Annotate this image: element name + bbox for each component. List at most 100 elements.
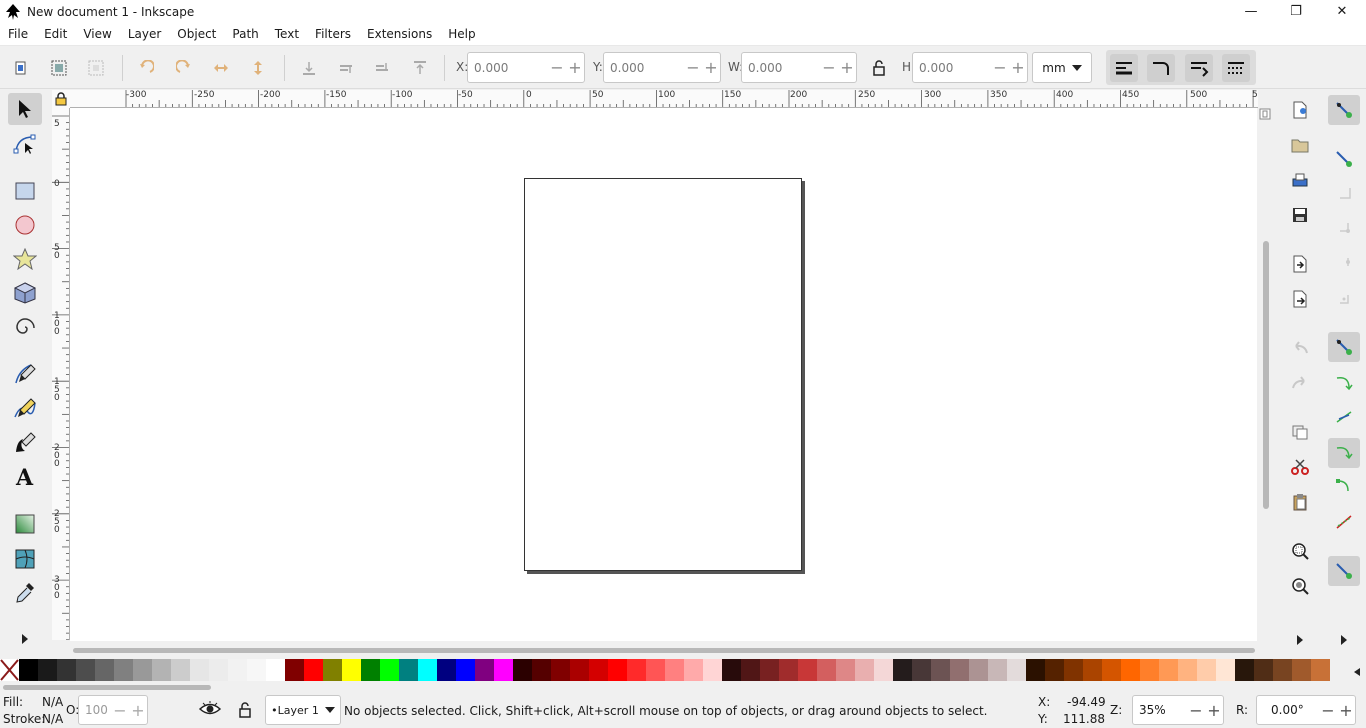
color-swatch[interactable] bbox=[342, 659, 361, 681]
color-swatch[interactable] bbox=[95, 659, 114, 681]
color-swatch[interactable] bbox=[418, 659, 437, 681]
color-swatch[interactable] bbox=[893, 659, 912, 681]
selector-tool-icon[interactable] bbox=[8, 93, 42, 125]
toolbox-more-icon[interactable] bbox=[8, 623, 42, 655]
3d-box-tool-icon[interactable] bbox=[8, 277, 42, 309]
color-swatch[interactable] bbox=[532, 659, 551, 681]
menu-layer[interactable]: Layer bbox=[120, 23, 169, 46]
vertical-ruler[interactable]: 5 0 5 0 1 0 0 1 5 0 2 0 0 2 5 0 3 0 0 bbox=[52, 108, 70, 640]
snap-bbox-centers-icon[interactable] bbox=[1328, 284, 1360, 314]
color-swatch[interactable] bbox=[1007, 659, 1026, 681]
opacity-spinbox[interactable]: 100 − + bbox=[78, 695, 148, 725]
color-swatch[interactable] bbox=[1273, 659, 1292, 681]
color-swatch[interactable] bbox=[1064, 659, 1083, 681]
select-all-layers-icon[interactable] bbox=[48, 57, 70, 79]
zoom-in[interactable]: + bbox=[1205, 701, 1223, 720]
rotate-increment[interactable]: + bbox=[1337, 701, 1355, 720]
h-increment[interactable]: + bbox=[1009, 59, 1027, 76]
redo-icon[interactable] bbox=[1288, 371, 1312, 395]
color-swatch[interactable] bbox=[152, 659, 171, 681]
y-value[interactable]: 0.000 bbox=[604, 61, 684, 75]
print-document-icon[interactable] bbox=[1288, 168, 1312, 192]
color-swatch[interactable] bbox=[912, 659, 931, 681]
color-swatch[interactable] bbox=[456, 659, 475, 681]
color-swatch[interactable] bbox=[950, 659, 969, 681]
snap-line-midpoints-icon[interactable] bbox=[1328, 507, 1360, 537]
pencil-tool-icon[interactable] bbox=[8, 393, 42, 425]
opacity-increment[interactable]: + bbox=[129, 701, 147, 720]
vertical-scrollbar[interactable] bbox=[1257, 108, 1274, 641]
color-swatch[interactable] bbox=[209, 659, 228, 681]
lower-to-bottom-icon[interactable] bbox=[298, 57, 320, 79]
raise-to-top-icon[interactable] bbox=[409, 57, 431, 79]
gradient-tool-icon[interactable] bbox=[8, 508, 42, 540]
color-swatch[interactable] bbox=[1140, 659, 1159, 681]
color-swatch[interactable] bbox=[798, 659, 817, 681]
color-swatch[interactable] bbox=[304, 659, 323, 681]
opacity-decrement[interactable]: − bbox=[111, 701, 129, 720]
horizontal-ruler[interactable]: -300 -250 -200 -150 -100 -50 0 50 100 15… bbox=[70, 90, 1258, 108]
color-swatch[interactable] bbox=[494, 659, 513, 681]
ruler-lock-icon[interactable] bbox=[52, 90, 70, 108]
unit-select[interactable]: mm bbox=[1032, 52, 1092, 83]
document-page[interactable] bbox=[524, 178, 802, 571]
color-swatch[interactable] bbox=[171, 659, 190, 681]
menu-path[interactable]: Path bbox=[224, 23, 266, 46]
color-swatch[interactable] bbox=[817, 659, 836, 681]
drawing-canvas[interactable] bbox=[70, 108, 1257, 641]
snap-nodes-icon[interactable] bbox=[1328, 332, 1360, 362]
node-tool-icon[interactable] bbox=[8, 128, 42, 160]
w-increment[interactable]: + bbox=[838, 59, 856, 76]
color-swatch[interactable] bbox=[1311, 659, 1330, 681]
color-swatch[interactable] bbox=[779, 659, 798, 681]
color-swatch[interactable] bbox=[19, 659, 38, 681]
snap-paths-icon[interactable] bbox=[1328, 368, 1360, 398]
layer-select[interactable]: •Layer 1 bbox=[265, 695, 341, 725]
zoom-spinbox[interactable]: 35% − + bbox=[1132, 695, 1224, 725]
color-swatch[interactable] bbox=[1083, 659, 1102, 681]
color-swatch[interactable] bbox=[931, 659, 950, 681]
star-tool-icon[interactable] bbox=[8, 243, 42, 275]
color-swatch[interactable] bbox=[1216, 659, 1235, 681]
snap-smooth-nodes-icon[interactable] bbox=[1328, 472, 1360, 502]
y-spinbox[interactable]: 0.000 − + bbox=[603, 52, 721, 83]
rotate-value[interactable]: 0.00° bbox=[1257, 703, 1319, 717]
snap-others-icon[interactable] bbox=[1328, 556, 1360, 586]
color-swatch[interactable] bbox=[1197, 659, 1216, 681]
w-value[interactable]: 0.000 bbox=[742, 61, 820, 75]
snap-bbox-corners-icon[interactable] bbox=[1328, 214, 1360, 244]
color-swatch[interactable] bbox=[190, 659, 209, 681]
color-swatch[interactable] bbox=[741, 659, 760, 681]
y-decrement[interactable]: − bbox=[684, 59, 702, 76]
raise-icon[interactable] bbox=[371, 57, 393, 79]
color-swatch[interactable] bbox=[608, 659, 627, 681]
zoom-selection-icon[interactable] bbox=[1288, 539, 1312, 563]
y-increment[interactable]: + bbox=[702, 59, 720, 76]
color-swatch[interactable] bbox=[988, 659, 1007, 681]
restore-button[interactable]: ❐ bbox=[1273, 0, 1319, 23]
color-swatch[interactable] bbox=[285, 659, 304, 681]
color-swatch[interactable] bbox=[437, 659, 456, 681]
color-swatch[interactable] bbox=[684, 659, 703, 681]
color-swatch[interactable] bbox=[665, 659, 684, 681]
palette-scroll-thumb[interactable] bbox=[3, 685, 211, 690]
color-swatch[interactable] bbox=[57, 659, 76, 681]
menu-filters[interactable]: Filters bbox=[307, 23, 359, 46]
rotate-cw-icon[interactable] bbox=[173, 57, 195, 79]
dropper-tool-icon[interactable] bbox=[8, 577, 42, 609]
palette-menu-icon[interactable] bbox=[1348, 660, 1366, 682]
color-swatch[interactable] bbox=[855, 659, 874, 681]
color-swatch[interactable] bbox=[646, 659, 665, 681]
color-swatch[interactable] bbox=[1292, 659, 1311, 681]
w-spinbox[interactable]: 0.000 − + bbox=[741, 52, 857, 83]
horizontal-scroll-thumb[interactable] bbox=[73, 648, 1255, 653]
rotate-spinbox[interactable]: 0.00° − + bbox=[1256, 695, 1356, 725]
rotate-ccw-icon[interactable] bbox=[135, 57, 157, 79]
color-swatch[interactable] bbox=[323, 659, 342, 681]
x-decrement[interactable]: − bbox=[548, 59, 566, 76]
scale-corners-icon[interactable] bbox=[1147, 54, 1175, 82]
color-swatch[interactable] bbox=[874, 659, 893, 681]
color-swatch[interactable] bbox=[1178, 659, 1197, 681]
h-decrement[interactable]: − bbox=[991, 59, 1009, 76]
move-patterns-icon[interactable] bbox=[1222, 54, 1250, 82]
